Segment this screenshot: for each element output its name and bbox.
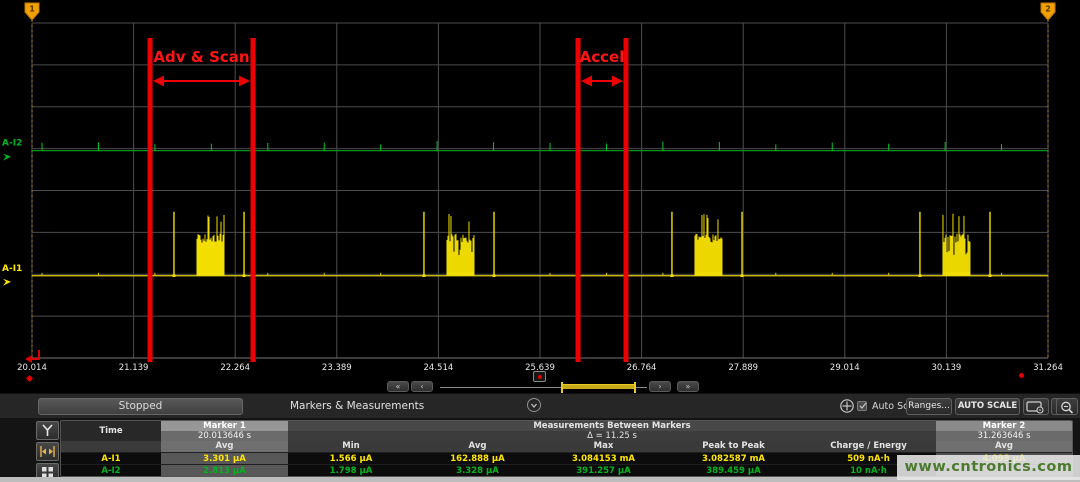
delta-time: Δ = 11.25 s: [288, 431, 936, 441]
channel-label-a-i2[interactable]: A-I2: [2, 139, 22, 161]
trigger-dot-icon: [538, 375, 542, 379]
fit-display-zoom-button[interactable]: [1023, 398, 1049, 415]
scroll-last-button[interactable]: »: [677, 381, 699, 392]
svg-text:Accel: Accel: [580, 48, 625, 66]
waveform-plot: 1 2 A-I2 A-I1 Adv & Scan Accel: [0, 0, 1080, 393]
svg-text:2: 2: [1045, 5, 1051, 14]
marker2-axis-dot: [1019, 373, 1024, 378]
subheader-min: Min: [288, 441, 414, 452]
scroll-first-button[interactable]: «: [387, 381, 409, 392]
auto-scale-button[interactable]: AUTO SCALE: [955, 398, 1020, 415]
subheader-peak-to-peak: Peak to Peak: [666, 441, 801, 452]
annotation-adv-scan: Adv & Scan: [148, 38, 256, 362]
a-i2-avg: 3.328 µA: [414, 464, 541, 476]
time-marker-flag[interactable]: 2: [1041, 3, 1055, 20]
trigger-position-indicator[interactable]: [533, 371, 546, 382]
panel-title: Markers & Measurements: [290, 400, 424, 412]
subheader-blank: [61, 441, 161, 452]
a-i2-p2p: 389.459 µA: [666, 464, 801, 476]
thumb-left-tick: [561, 382, 563, 393]
col-header-time: Time: [61, 421, 161, 441]
x-axis-label: 22.264: [220, 363, 250, 373]
x-axis-label: 31.264: [1033, 363, 1063, 373]
x-axis-label: 30.139: [932, 363, 962, 373]
channel-setup-button[interactable]: [36, 421, 59, 440]
subheader-m2-avg: Avg: [936, 441, 1072, 452]
a-i1-max: 3.084153 mA: [541, 452, 666, 464]
a-i1-min: 1.566 µA: [288, 452, 414, 464]
acquisition-status-button[interactable]: Stopped: [38, 398, 243, 415]
watermark: www.cntronics.com: [897, 455, 1080, 480]
svg-text:Adv & Scan: Adv & Scan: [153, 48, 249, 66]
annotation-accel: Accel: [576, 38, 629, 362]
scroll-next-button[interactable]: ›: [649, 381, 671, 392]
row-a-i1-name[interactable]: A-I1: [61, 452, 161, 464]
ranges-button[interactable]: Ranges...: [906, 398, 952, 415]
scroll-prev-button[interactable]: ‹: [411, 381, 433, 392]
marker2-header[interactable]: Marker 2: [936, 421, 1072, 431]
plot-area[interactable]: 1 2 A-I2 A-I1 Adv & Scan Accel 20.014 21.139 22…: [0, 0, 1080, 393]
subheader-max: Max: [541, 441, 666, 452]
svg-text:A-I1: A-I1: [2, 264, 22, 274]
a-i1-m1-avg: 3.301 µA: [161, 452, 288, 464]
crosshair-plus-icon[interactable]: [839, 398, 855, 414]
markers-tool-button[interactable]: [36, 442, 59, 461]
bottom-toolbar: Stopped Markers & Measurements Auto Scro…: [0, 393, 1080, 418]
x-axis-label: 23.389: [322, 363, 352, 373]
grid: [32, 23, 1048, 358]
row-a-i2-name[interactable]: A-I2: [61, 464, 161, 476]
time-marker-flag[interactable]: 1: [25, 3, 39, 20]
x-axis-label: 27.889: [728, 363, 758, 373]
marker2-time: 31.263646 s: [936, 431, 1072, 441]
zoom-out-button[interactable]: [1056, 398, 1078, 415]
chevron-down-icon[interactable]: [527, 398, 541, 412]
a-i2-max: 391.257 µA: [541, 464, 666, 476]
x-axis-label: 24.514: [424, 363, 454, 373]
a-i1-p2p: 3.082587 mA: [666, 452, 801, 464]
auto-scroll-checkbox[interactable]: [857, 401, 867, 411]
thumb-right-tick: [634, 382, 636, 393]
x-axis-label: 29.014: [830, 363, 860, 373]
x-axis-label: 26.764: [627, 363, 657, 373]
a-i1-avg: 162.888 µA: [414, 452, 541, 464]
channel-label-a-i1[interactable]: A-I1: [2, 264, 22, 286]
subheader-m1-avg: Avg: [161, 441, 288, 452]
subheader-avg: Avg: [414, 441, 541, 452]
a-i2-min: 1.798 µA: [288, 464, 414, 476]
subheader-charge-energy: Charge / Energy: [801, 441, 936, 452]
scroll-thumb[interactable]: [562, 384, 635, 389]
a-i2-m1-avg: 2.813 µA: [161, 464, 288, 476]
x-axis-label: 21.139: [119, 363, 149, 373]
marker1-time: 20.013646 s: [161, 431, 288, 441]
waveform-analyzer-app: 12A-I2A-I1Adv & ScanAccel 20.01421.13922…: [0, 0, 1080, 482]
marker1-header[interactable]: Marker 1: [161, 421, 288, 431]
x-axis-label: 20.014: [17, 363, 47, 373]
between-markers-header: Measurements Between Markers: [288, 421, 936, 431]
svg-text:1: 1: [29, 5, 35, 14]
svg-text:A-I2: A-I2: [2, 139, 22, 149]
